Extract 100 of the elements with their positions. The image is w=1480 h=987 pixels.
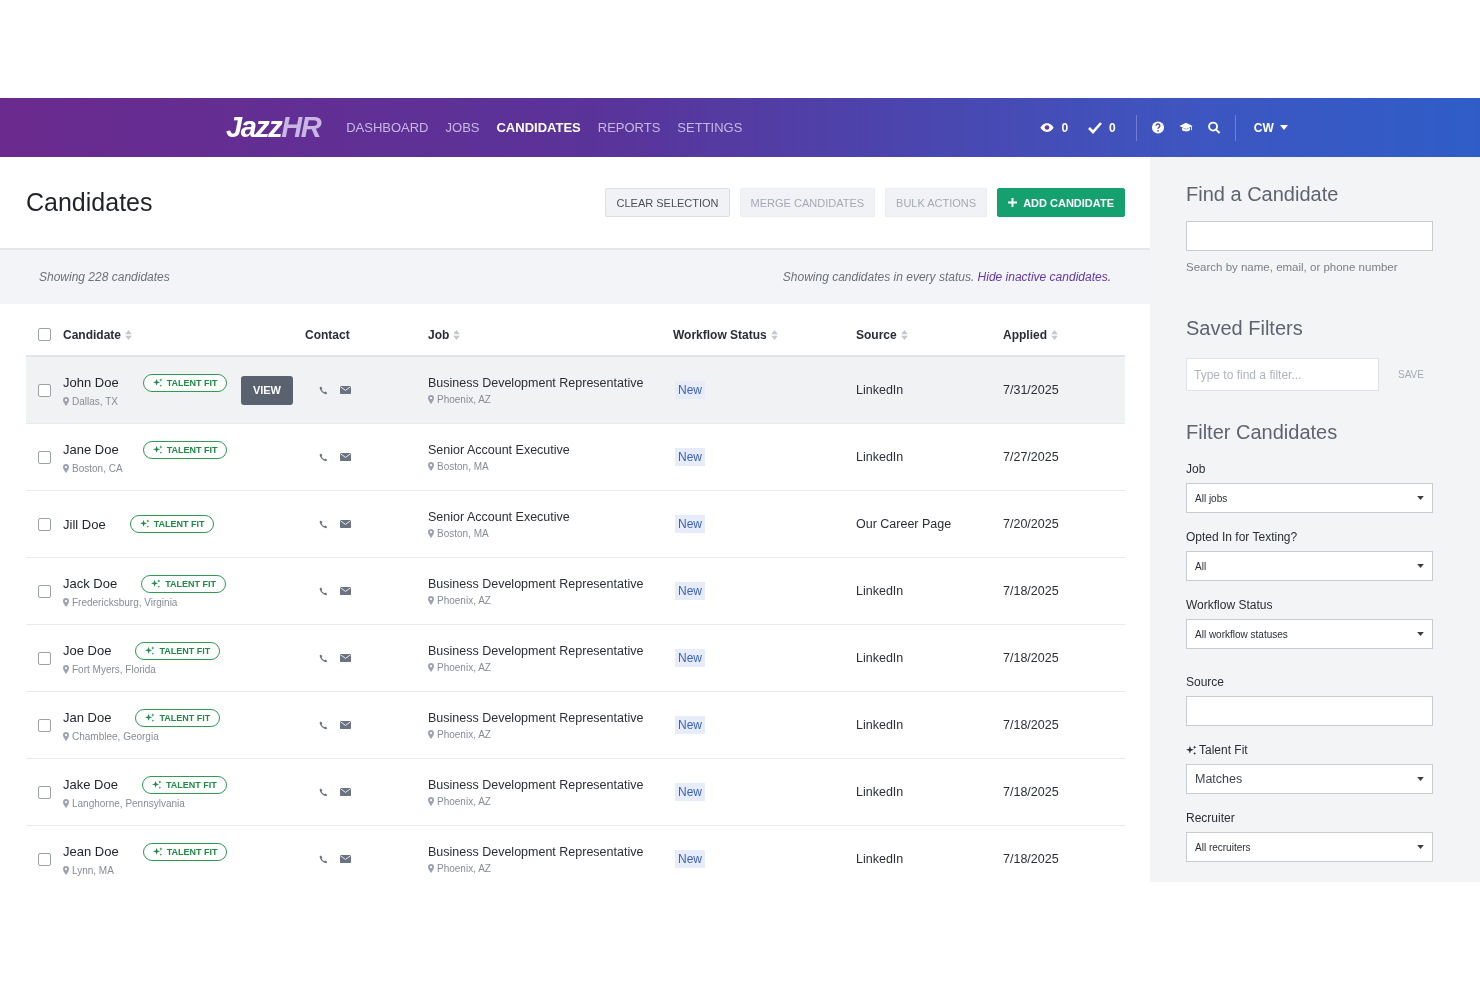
- source-text: LinkedIn: [856, 718, 904, 732]
- sortable-column-header[interactable]: Applied: [1003, 327, 1058, 342]
- checkbox[interactable]: [38, 651, 51, 665]
- dropdown[interactable]: All jobs: [1186, 483, 1433, 513]
- user-menu[interactable]: CW: [1253, 120, 1288, 135]
- sparkle-icon: [151, 779, 162, 790]
- search-field[interactable]: [1186, 221, 1433, 251]
- table-row[interactable]: Jack Doe TALENT FIT Fredericksburg, Virginia Business Development Representative Phoenix, AZ New LinkedIn 7/18/2025: [26, 558, 1125, 625]
- column-header: Contact: [305, 327, 350, 342]
- source-text: Our Career Page: [856, 517, 952, 531]
- checkbox[interactable]: [38, 450, 51, 464]
- sortable-column-header[interactable]: Job: [428, 327, 461, 342]
- checkbox[interactable]: [38, 584, 51, 598]
- applied-date: 7/20/2025: [1003, 517, 1059, 531]
- view-button[interactable]: VIEW: [240, 375, 293, 405]
- sortable-column-header[interactable]: Workflow Status: [673, 327, 778, 342]
- count-label: 0: [1061, 120, 1069, 135]
- applied-date: 7/18/2025: [1003, 584, 1059, 598]
- talent-fit-badge: TALENT FIT: [135, 708, 221, 727]
- mail-icon[interactable]: [340, 520, 351, 528]
- mail-icon[interactable]: [340, 587, 351, 595]
- checkbox[interactable]: [38, 383, 51, 397]
- caret-icon: [1417, 632, 1424, 636]
- phone-icon[interactable]: [319, 854, 328, 864]
- checkbox[interactable]: [38, 517, 51, 531]
- candidate-name[interactable]: Joe Doe: [63, 643, 112, 658]
- phone-icon[interactable]: [319, 586, 328, 596]
- sparkle-icon: [152, 444, 163, 455]
- location-pin-icon: [63, 597, 69, 607]
- mail-icon[interactable]: [340, 855, 351, 863]
- job-location: Phoenix, AZ: [437, 862, 491, 874]
- candidate-name[interactable]: Jane Doe: [63, 442, 119, 457]
- table-row[interactable]: Jean Doe TALENT FIT Lynn, MA Business Development Representative Phoenix, AZ New LinkedIn 7/18/2025: [26, 826, 1125, 882]
- mail-icon[interactable]: [340, 654, 351, 662]
- status-tag: New: [675, 515, 705, 533]
- candidate-name[interactable]: Jack Doe: [63, 576, 118, 591]
- mail-icon[interactable]: [340, 721, 351, 729]
- highlighted-row[interactable]: John Doe TALENT FIT Dallas, TX VIEW Business Development Representative Phoenix, AZ New LinkedIn 7/31/2025: [26, 357, 1125, 424]
- logo[interactable]: JazzHR: [226, 111, 321, 144]
- phone-icon[interactable]: [319, 787, 328, 797]
- job-location: Phoenix, AZ: [437, 661, 491, 673]
- sort-icon: [453, 329, 461, 340]
- graduation-cap-icon[interactable]: [1178, 121, 1193, 134]
- candidate-name[interactable]: Jake Doe: [63, 777, 118, 792]
- source-text: LinkedIn: [856, 383, 904, 397]
- dropdown[interactable]: All: [1186, 551, 1433, 581]
- phone-icon[interactable]: [319, 653, 328, 663]
- source-text: LinkedIn: [856, 651, 904, 665]
- job-title: Business Development Representative: [428, 375, 644, 390]
- job-title: Business Development Representative: [428, 643, 644, 658]
- mail-icon[interactable]: [340, 386, 351, 394]
- checkbox[interactable]: [38, 328, 51, 341]
- dropdown[interactable]: Matches: [1186, 764, 1433, 794]
- table-row[interactable]: Jane Doe TALENT FIT Boston, CA Senior Account Executive Boston, MA New LinkedIn 7/27/2025: [26, 424, 1125, 491]
- candidate-location: Langhorne, Pennsylvania: [72, 797, 185, 809]
- help-icon[interactable]: [1150, 121, 1165, 134]
- nav-tab[interactable]: JOBS: [445, 120, 480, 135]
- sortable-column-header[interactable]: Candidate: [63, 327, 132, 342]
- action-button[interactable]: CLEAR SELECTION: [605, 188, 730, 217]
- checkmark-icon[interactable]: [1088, 121, 1103, 134]
- mail-icon[interactable]: [340, 788, 351, 796]
- sparkle-icon: [1186, 744, 1197, 756]
- table-row[interactable]: Jan Doe TALENT FIT Chamblee, Georgia Business Development Representative Phoenix, AZ New LinkedIn 7/18/2025: [26, 692, 1125, 759]
- table-row[interactable]: Jill Doe TALENT FIT Senior Account Executive Boston, MA New Our Career Page 7/20/2025: [26, 491, 1125, 558]
- candidate-name[interactable]: Jan Doe: [63, 710, 112, 725]
- phone-icon[interactable]: [319, 385, 328, 395]
- nav-tab[interactable]: DASHBOARD: [346, 120, 429, 135]
- candidate-location: Dallas, TX: [72, 395, 118, 407]
- sparkle-icon: [139, 519, 150, 529]
- dropdown[interactable]: All recruiters: [1186, 832, 1433, 862]
- sort-icon: [900, 329, 908, 340]
- candidate-name[interactable]: Jean Doe: [63, 844, 119, 859]
- checkbox[interactable]: [38, 718, 51, 732]
- applied-date: 7/31/2025: [1003, 383, 1059, 397]
- checkbox[interactable]: [38, 785, 51, 799]
- mail-icon[interactable]: [340, 453, 351, 461]
- applied-date: 7/18/2025: [1003, 785, 1059, 799]
- dropdown[interactable]: All workflow statuses: [1186, 619, 1433, 649]
- filter-search-field[interactable]: Type to find a filter...: [1186, 358, 1379, 391]
- nav-tab[interactable]: SETTINGS: [677, 120, 743, 135]
- nav-tab[interactable]: REPORTS: [597, 120, 661, 135]
- phone-icon[interactable]: [319, 720, 328, 730]
- nav-tab[interactable]: CANDIDATES: [496, 120, 581, 135]
- eye-icon[interactable]: [1040, 121, 1055, 134]
- location-pin-icon: [428, 796, 434, 806]
- phone-icon[interactable]: [319, 452, 328, 462]
- candidate-name[interactable]: Jill Doe: [63, 516, 106, 532]
- status-tag: New: [675, 850, 705, 868]
- checkbox[interactable]: [38, 852, 51, 866]
- table-row[interactable]: Jake Doe TALENT FIT Langhorne, Pennsylvania Business Development Representative Phoenix, AZ New LinkedIn 7/18/2025: [26, 759, 1125, 826]
- search-icon[interactable]: [1206, 121, 1221, 134]
- phone-icon[interactable]: [319, 519, 328, 529]
- location-pin-icon: [428, 662, 434, 672]
- text-field[interactable]: [1186, 696, 1433, 726]
- source-text: LinkedIn: [856, 785, 904, 799]
- caret-icon: [1417, 496, 1424, 500]
- candidate-name[interactable]: John Doe: [63, 375, 119, 390]
- candidate-count: Showing 228 candidates: [39, 270, 170, 284]
- table-row[interactable]: Joe Doe TALENT FIT Fort Myers, Florida Business Development Representative Phoenix, AZ New LinkedIn 7/18/2025: [26, 625, 1125, 692]
- sortable-column-header[interactable]: Source: [856, 327, 908, 342]
